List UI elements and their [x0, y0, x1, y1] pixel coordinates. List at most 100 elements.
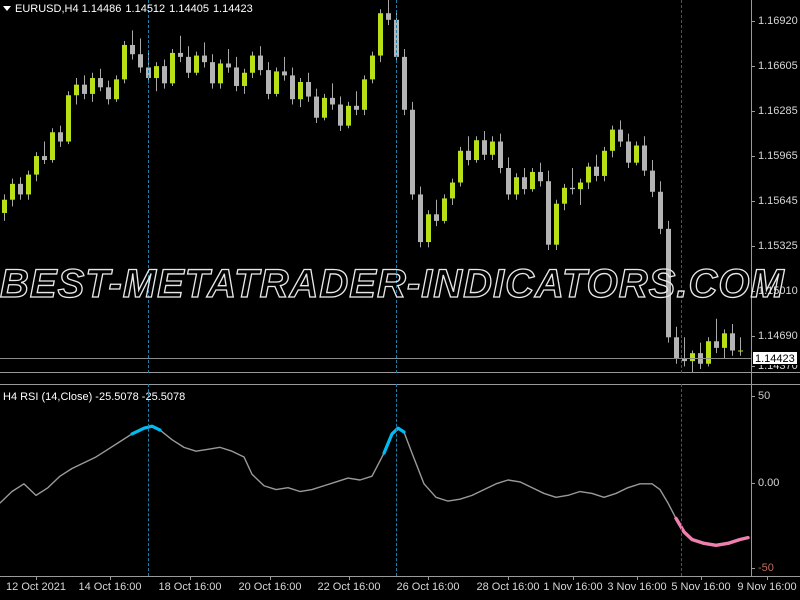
candlestick	[522, 167, 527, 195]
candlestick	[74, 78, 79, 105]
candlestick	[58, 125, 63, 147]
candlestick	[338, 96, 343, 131]
candlestick	[394, 11, 399, 63]
ohlc-close: 1.14423	[212, 3, 253, 15]
candlestick	[594, 154, 599, 182]
candlestick	[274, 67, 279, 97]
candlestick	[610, 125, 615, 158]
candlestick	[410, 101, 415, 200]
symbol-info-bar: EURUSD,H4 1.14486 1.14512 1.14405 1.14423	[0, 2, 257, 17]
rsi-down-signal-segment	[674, 516, 750, 547]
candlestick	[242, 68, 247, 94]
time-scale-label: 9 Nov 16:00	[737, 581, 797, 593]
price-scale[interactable]: 1.16920 1.16605 1.16285 1.15965 1.15645 1.153…	[752, 0, 800, 373]
candlestick	[90, 72, 95, 102]
candlestick	[538, 162, 543, 187]
time-scale-tick	[508, 577, 509, 580]
candlestick	[306, 72, 311, 102]
candlestick	[586, 162, 591, 190]
time-scale-label: 18 Oct 16:00	[158, 581, 222, 593]
candlestick	[426, 210, 431, 248]
mt4-chart-window[interactable]: EURUSD,H4 1.14486 1.14512 1.14405 1.14423 H…	[0, 0, 800, 600]
candlestick	[506, 157, 511, 200]
candlestick	[130, 30, 135, 60]
time-scale-label: 28 Oct 16:00	[476, 581, 540, 593]
candlestick	[162, 59, 167, 89]
time-scale-label: 1 Nov 16:00	[543, 581, 603, 593]
ohlc-values: 1.14486 1.14512 1.14405 1.14423	[82, 3, 257, 15]
candlestick	[570, 167, 575, 195]
time-scale-label: 3 Nov 16:00	[607, 581, 667, 593]
rsi-label: H4 RSI (14,Close) -25.5078 -25.5078	[3, 391, 186, 403]
candlestick	[234, 56, 239, 92]
rsi-scale[interactable]: 50 0.00 -50	[752, 384, 800, 576]
candlestick	[146, 51, 151, 84]
candlestick	[386, 0, 391, 26]
candlestick	[714, 318, 719, 354]
rsi-scale-tick	[752, 396, 755, 397]
price-scale-label: 1.16285	[758, 105, 798, 117]
candlestick	[18, 177, 23, 200]
candlestick	[682, 337, 687, 367]
rsi-up-signal-segment	[130, 424, 162, 436]
candlestick	[482, 130, 487, 161]
candlestick	[618, 120, 623, 147]
candlestick	[10, 178, 15, 207]
ohlc-open: 1.14486	[81, 3, 122, 15]
candlestick	[626, 133, 631, 168]
candlestick	[314, 88, 319, 124]
triangle-down-icon[interactable]	[3, 5, 11, 11]
price-scale-tick	[752, 201, 755, 202]
candlestick	[282, 56, 287, 81]
price-candlestick-svg	[2, 0, 743, 373]
candlestick	[602, 146, 607, 182]
time-scale-tick	[110, 577, 111, 580]
candlestick	[442, 194, 447, 224]
candlestick	[458, 146, 463, 187]
candlestick	[226, 48, 231, 73]
candlestick	[154, 62, 159, 92]
time-scale-tick	[349, 577, 350, 580]
ohlc-high: 1.14512	[125, 3, 166, 15]
price-scale-tick	[752, 291, 755, 292]
candlestick	[106, 80, 111, 105]
candlestick	[402, 48, 407, 116]
price-scale-label: 1.15010	[758, 285, 798, 297]
rsi-indicator-plot[interactable]	[0, 384, 751, 576]
time-scale-tick	[190, 577, 191, 580]
candlestick	[250, 51, 255, 79]
rsi-scale-tick	[752, 483, 755, 484]
rsi-scale-label: 0.00	[758, 477, 780, 489]
candlestick	[50, 128, 55, 163]
candlestick	[370, 51, 375, 84]
candlestick	[2, 194, 7, 221]
candlestick	[466, 136, 471, 166]
candlestick	[138, 38, 143, 73]
candlestick	[666, 220, 671, 343]
time-scale-label: 22 Oct 16:00	[317, 581, 381, 593]
candlestick	[322, 93, 327, 121]
candlestick	[258, 46, 263, 76]
time-scale-tick	[701, 577, 702, 580]
time-scale-tick	[36, 577, 37, 580]
candlestick	[82, 75, 87, 100]
price-scale-label: 1.16605	[758, 60, 798, 72]
price-scale-tick	[752, 66, 755, 67]
price-scale-label: 1.14690	[758, 330, 798, 342]
price-chart-plot[interactable]	[0, 0, 751, 373]
rsi-scale-label: -50	[758, 562, 774, 574]
price-scale-tick	[752, 156, 755, 157]
candlestick	[290, 67, 295, 105]
candlestick	[450, 178, 455, 206]
symbol-timeframe-label: EURUSD,H4	[15, 3, 79, 15]
time-scale[interactable]: 12 Oct 2021 14 Oct 16:00 18 Oct 16:00 20 Oc…	[0, 577, 800, 600]
time-scale-tick	[767, 577, 768, 580]
candlestick	[730, 324, 735, 356]
candlestick	[114, 75, 119, 102]
candlestick	[698, 342, 703, 370]
price-scale-label: 1.15645	[758, 195, 798, 207]
time-scale-label: 20 Oct 16:00	[238, 581, 302, 593]
candlestick	[202, 42, 207, 68]
time-scale-label: 5 Nov 16:00	[671, 581, 731, 593]
price-scale-tick	[752, 111, 755, 112]
